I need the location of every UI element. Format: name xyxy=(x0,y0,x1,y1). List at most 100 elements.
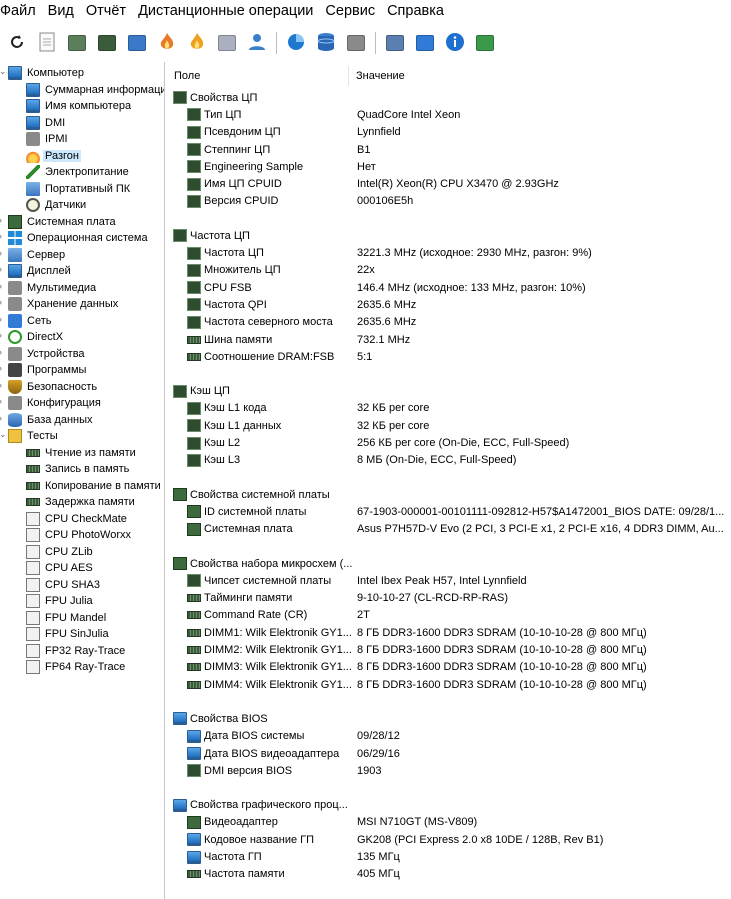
table-row[interactable]: Степпинг ЦП xyxy=(187,141,270,158)
table-row[interactable]: DMI версия BIOS xyxy=(187,762,292,779)
tree-item-34[interactable]: FPU SinJulia xyxy=(26,626,109,643)
toolbar-button-info[interactable] xyxy=(443,31,467,55)
table-row[interactable]: Кодовое название ГП xyxy=(187,831,314,848)
tree-item-19[interactable]: Безопасность xyxy=(8,379,97,396)
toolbar-button-user[interactable] xyxy=(245,31,269,55)
tree-item-10[interactable]: Операционная система xyxy=(8,230,148,247)
tree-item-9[interactable]: Системная плата xyxy=(8,214,116,231)
table-row[interactable]: Частота ЦП xyxy=(187,244,264,261)
toolbar-button-flame[interactable] xyxy=(185,31,209,55)
navigation-tree[interactable]: ⌄ Компьютер Суммарная информаци Имя компьют… xyxy=(0,62,165,899)
tree-item-27[interactable]: CPU CheckMate xyxy=(26,511,127,528)
menu-item-3[interactable]: Дистанционные операции xyxy=(132,0,319,22)
toolbar-button-network-check[interactable] xyxy=(473,31,497,55)
tree-expander[interactable]: › xyxy=(0,314,2,324)
tree-item-2[interactable]: Имя компьютера xyxy=(26,98,131,115)
table-row[interactable]: Частота ГП xyxy=(187,848,262,865)
table-row[interactable]: Частота памяти xyxy=(187,866,285,883)
tree-item-0[interactable]: Компьютер xyxy=(8,65,84,82)
tree-expander[interactable]: › xyxy=(0,330,2,340)
tree-expander[interactable]: › xyxy=(0,347,2,357)
tree-item-7[interactable]: Портативный ПК xyxy=(26,181,130,198)
tree-item-1[interactable]: Суммарная информаци xyxy=(26,82,164,99)
toolbar-button-pie-chart[interactable] xyxy=(284,31,308,55)
tree-expander[interactable]: › xyxy=(0,215,2,225)
tree-item-12[interactable]: Дисплей xyxy=(8,263,71,280)
tree-item-31[interactable]: CPU SHA3 xyxy=(26,577,100,594)
table-row[interactable]: Тип ЦП xyxy=(187,106,241,123)
tree-item-8[interactable]: Датчики xyxy=(26,197,86,214)
tree-item-32[interactable]: FPU Julia xyxy=(26,593,93,610)
table-row[interactable]: Дата BIOS системы xyxy=(187,728,304,745)
tree-item-23[interactable]: Чтение из памяти xyxy=(26,445,136,462)
table-row[interactable]: DIMM4: Wilk Elektronik GY1... xyxy=(187,676,352,693)
table-row[interactable]: Частота северного моста xyxy=(187,314,333,331)
table-row[interactable]: Частота QPI xyxy=(187,296,267,313)
tree-expander[interactable]: › xyxy=(0,248,2,258)
table-row[interactable]: Кэш L2 xyxy=(187,434,240,451)
table-row[interactable]: CPU FSB xyxy=(187,279,252,296)
tree-expander[interactable]: › xyxy=(0,380,2,390)
tree-expander[interactable]: › xyxy=(0,264,2,274)
tree-item-17[interactable]: Устройства xyxy=(8,346,85,363)
menu-item-5[interactable]: Справка xyxy=(381,0,450,22)
tree-item-30[interactable]: CPU AES xyxy=(26,560,93,577)
table-row[interactable]: Видеоадаптер xyxy=(187,814,278,831)
table-row[interactable]: DIMM1: Wilk Elektronik GY1... xyxy=(187,624,352,641)
toolbar-button-ram[interactable] xyxy=(95,31,119,55)
table-row[interactable]: Command Rate (CR) xyxy=(187,607,307,624)
table-row[interactable]: Engineering Sample xyxy=(187,158,303,175)
tree-item-20[interactable]: Конфигурация xyxy=(8,395,101,412)
tree-expander[interactable]: › xyxy=(0,297,2,307)
table-row[interactable]: DIMM2: Wilk Elektronik GY1... xyxy=(187,641,352,658)
toolbar-button-report[interactable] xyxy=(35,31,59,55)
tree-expander[interactable]: › xyxy=(0,281,2,291)
tree-item-28[interactable]: CPU PhotoWorxx xyxy=(26,527,131,544)
table-row[interactable]: Версия CPUID xyxy=(187,193,278,210)
menu-item-4[interactable]: Сервис xyxy=(319,0,381,22)
table-row[interactable]: Тайминги памяти xyxy=(187,590,292,607)
column-header-field[interactable]: Поле xyxy=(174,62,200,90)
tree-item-5[interactable]: Разгон xyxy=(26,148,81,165)
tree-expander[interactable]: ⌄ xyxy=(0,429,7,440)
table-row[interactable]: Имя ЦП CPUID xyxy=(187,176,282,193)
table-row[interactable]: Псевдоним ЦП xyxy=(187,124,281,141)
toolbar-button-printer[interactable] xyxy=(215,31,239,55)
table-row[interactable]: Кэш L3 xyxy=(187,452,240,469)
toolbar-button-chip[interactable] xyxy=(65,31,89,55)
tree-item-13[interactable]: Мультимедиа xyxy=(8,280,96,297)
table-row[interactable]: Множитель ЦП xyxy=(187,262,281,279)
tree-item-36[interactable]: FP64 Ray-Trace xyxy=(26,659,125,676)
tree-item-24[interactable]: Запись в память xyxy=(26,461,129,478)
tree-item-6[interactable]: Электропитание xyxy=(26,164,129,181)
tree-expander[interactable]: › xyxy=(0,413,2,423)
tree-expander[interactable]: ⌄ xyxy=(0,66,7,77)
tree-item-15[interactable]: Сеть xyxy=(8,313,51,330)
menu-item-1[interactable]: Вид xyxy=(42,0,80,22)
column-divider[interactable] xyxy=(348,66,349,86)
toolbar-button-list-report[interactable] xyxy=(383,31,407,55)
tree-item-4[interactable]: IPMI xyxy=(26,131,68,148)
table-row[interactable]: DIMM3: Wilk Elektronik GY1... xyxy=(187,659,352,676)
table-row[interactable]: Чипсет системной платы xyxy=(187,572,331,589)
column-header-value[interactable]: Значение xyxy=(356,62,405,90)
menu-item-2[interactable]: Отчёт xyxy=(80,0,132,22)
toolbar-button-update[interactable] xyxy=(413,31,437,55)
table-row[interactable]: Соотношение DRAM:FSB xyxy=(187,348,334,365)
table-row[interactable]: Шина памяти xyxy=(187,331,272,348)
toolbar-button-refresh[interactable] xyxy=(5,31,29,55)
tree-item-22[interactable]: Тесты xyxy=(8,428,58,445)
tree-item-26[interactable]: Задержка памяти xyxy=(26,494,135,511)
tree-item-21[interactable]: База данных xyxy=(8,412,93,429)
tree-item-29[interactable]: CPU ZLib xyxy=(26,544,93,561)
menu-item-0[interactable]: Файл xyxy=(0,0,42,22)
tree-expander[interactable]: › xyxy=(0,396,2,406)
table-row[interactable]: ID системной платы xyxy=(187,503,306,520)
table-row[interactable]: Кэш L1 данных xyxy=(187,417,281,434)
toolbar-button-fire[interactable] xyxy=(155,31,179,55)
tree-expander[interactable]: › xyxy=(0,363,2,373)
tree-item-14[interactable]: Хранение данных xyxy=(8,296,118,313)
tree-expander[interactable]: › xyxy=(0,231,2,241)
table-row[interactable]: Дата BIOS видеоадаптера xyxy=(187,745,339,762)
tree-item-35[interactable]: FP32 Ray-Trace xyxy=(26,643,125,660)
